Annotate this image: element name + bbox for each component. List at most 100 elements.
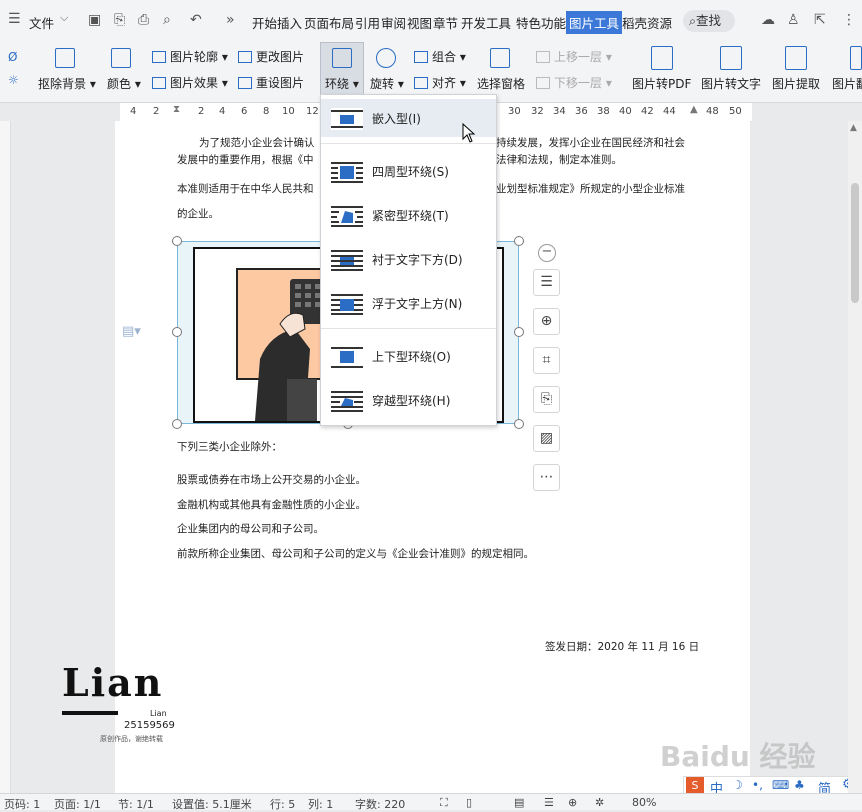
- scroll-up-icon[interactable]: ▲: [850, 123, 857, 133]
- send-backward-button[interactable]: 下移一层 ▾: [536, 74, 612, 91]
- wrap-option-behind[interactable]: 衬于文字下方(D): [321, 240, 496, 278]
- translate-button[interactable]: 图片翻: [832, 75, 862, 92]
- pic-to-text-icon[interactable]: ⎘: [533, 386, 560, 413]
- file-menu[interactable]: 文件: [29, 13, 54, 32]
- export-icon[interactable]: ⎘: [114, 12, 125, 28]
- resize-handle[interactable]: [172, 419, 182, 429]
- status-page-no: 页码: 1: [4, 798, 41, 811]
- tab-page-layout[interactable]: 页面布局: [304, 13, 354, 32]
- page-view-icon[interactable]: ▤: [514, 796, 524, 809]
- wrap-option-top-bottom[interactable]: 上下型环绕(O): [321, 337, 496, 375]
- change-pic-label: 更改图片: [256, 50, 305, 64]
- effect-button[interactable]: 图片效果 ▾: [152, 74, 228, 91]
- left-partial-icon[interactable]: Ø: [8, 50, 17, 64]
- outline-button[interactable]: 图片轮廓 ▾: [152, 48, 228, 65]
- outline-icon: [152, 51, 166, 63]
- more-icon[interactable]: »: [226, 12, 235, 28]
- tab-developer[interactable]: 开发工具: [461, 13, 511, 32]
- menu-divider: [321, 328, 496, 329]
- remove-bg-button[interactable]: 抠除背景 ▾: [38, 75, 96, 92]
- read-mode-icon[interactable]: ▯: [466, 796, 472, 809]
- fullscreen-icon[interactable]: ⛶: [440, 796, 448, 810]
- right-indent-marker-icon[interactable]: ▲: [690, 104, 698, 115]
- cloud-icon[interactable]: ☁: [761, 12, 775, 28]
- doc-line: 为了规范小企业会计确认: [199, 137, 315, 149]
- to-text-button[interactable]: 图片转文字: [701, 75, 761, 92]
- crop-icon[interactable]: ⌗: [533, 347, 560, 374]
- doc-line: 企业集团内的母公司和子公司。: [177, 523, 324, 535]
- align-button[interactable]: 对齐 ▾: [414, 74, 466, 91]
- user-icon[interactable]: ♙: [787, 12, 800, 28]
- doc-line: 业划型标准规定》所规定的小型企业标准: [496, 183, 685, 195]
- status-words[interactable]: 字数: 220: [355, 796, 405, 812]
- wrap-option-through[interactable]: 穿越型环绕(H): [321, 381, 496, 419]
- color-button[interactable]: 颜色 ▾: [107, 75, 141, 92]
- paragraph-marker-icon[interactable]: ▤▾: [122, 324, 141, 339]
- through-wrap-icon: [331, 391, 363, 412]
- scrollbar-thumb[interactable]: [851, 183, 859, 303]
- wrap-button[interactable]: 环绕 ▾: [320, 42, 364, 98]
- wrap-option-label: 浮于文字上方(N): [372, 297, 463, 311]
- to-pdf-icon: [651, 46, 673, 70]
- send-backward-label: 下移一层: [554, 76, 603, 90]
- resize-handle[interactable]: [514, 419, 524, 429]
- keyboard-icon[interactable]: ⌨: [772, 778, 789, 792]
- tab-reference[interactable]: 引用: [355, 13, 380, 32]
- watermark-note: 原创作品，谢绝转载: [100, 735, 163, 743]
- bring-forward-button[interactable]: 上移一层 ▾: [536, 48, 612, 65]
- wrap-option-in-front[interactable]: 浮于文字上方(N): [321, 284, 496, 322]
- wrap-option-square[interactable]: 四周型环绕(S): [321, 152, 496, 190]
- tab-features[interactable]: 特色功能: [516, 13, 566, 32]
- tab-docer[interactable]: 稻壳资源: [622, 13, 672, 32]
- effect-icon: [152, 77, 166, 89]
- resize-handle[interactable]: [172, 327, 182, 337]
- zoom-in-icon[interactable]: ⊕: [533, 308, 560, 335]
- undo-icon[interactable]: ↶: [190, 12, 202, 28]
- more-tools-icon[interactable]: ⋯: [533, 464, 560, 491]
- tab-chapter[interactable]: 章节: [433, 13, 458, 32]
- collapse-icon[interactable]: −: [538, 244, 556, 262]
- resize-handle[interactable]: [514, 327, 524, 337]
- share-icon[interactable]: ⇱: [814, 12, 826, 28]
- tab-insert[interactable]: 插入: [277, 13, 302, 32]
- resize-handle[interactable]: [514, 236, 524, 246]
- save-icon[interactable]: ▣: [88, 12, 101, 28]
- web-view-icon[interactable]: ⊕: [568, 796, 577, 809]
- chevron-down-icon[interactable]: ⌵: [60, 11, 68, 25]
- resize-handle[interactable]: [172, 236, 182, 246]
- hamburger-icon[interactable]: ☰: [8, 11, 21, 27]
- reset-pic-button[interactable]: 重设图片: [238, 74, 304, 91]
- rotate-button[interactable]: 旋转 ▾: [370, 75, 404, 92]
- tab-picture-tools[interactable]: 图片工具: [566, 11, 623, 34]
- more-options-icon[interactable]: ⋮: [842, 12, 856, 28]
- select-pane-button[interactable]: 选择窗格: [477, 75, 525, 92]
- select-pane-icon: [490, 48, 510, 68]
- print-icon[interactable]: ⎙: [138, 12, 149, 28]
- doc-line: 下列三类小企业除外：: [177, 441, 282, 453]
- tab-review[interactable]: 审阅: [381, 13, 406, 32]
- group-button[interactable]: 组合 ▾: [414, 48, 466, 65]
- tab-start[interactable]: 开始: [252, 13, 277, 32]
- wrap-option-tight[interactable]: 紧密型环绕(T): [321, 196, 496, 234]
- extract-button[interactable]: 图片提取: [772, 75, 820, 92]
- rotate-label: 旋转: [370, 77, 395, 91]
- punctuation-icon[interactable]: •,: [752, 778, 763, 792]
- vertical-scrollbar[interactable]: ▲: [848, 121, 862, 793]
- behind-text-icon: [331, 250, 363, 271]
- indent-marker-icon[interactable]: ⧗: [173, 104, 180, 115]
- outline-view-icon[interactable]: ☰: [544, 796, 554, 809]
- to-pdf-button[interactable]: 图片转PDF: [632, 75, 691, 92]
- moon-icon[interactable]: ☽: [732, 778, 743, 792]
- search-box[interactable]: ⌕查找: [683, 10, 735, 32]
- top-bottom-wrap-icon: [331, 347, 363, 368]
- zoom-level[interactable]: 80%: [632, 796, 656, 809]
- reset-pic-label: 重设图片: [256, 76, 305, 90]
- eye-protection-icon[interactable]: ✲: [595, 796, 604, 809]
- settings-partial-icon[interactable]: ☼: [8, 73, 19, 87]
- tab-view[interactable]: 视图: [407, 13, 432, 32]
- change-pic-button[interactable]: 更改图片: [238, 48, 304, 65]
- skin-icon[interactable]: ♣: [794, 778, 805, 792]
- layout-options-icon[interactable]: ☰: [533, 269, 560, 296]
- image-settings-icon[interactable]: ▨: [533, 425, 560, 452]
- print-preview-icon[interactable]: ⌕: [163, 12, 171, 28]
